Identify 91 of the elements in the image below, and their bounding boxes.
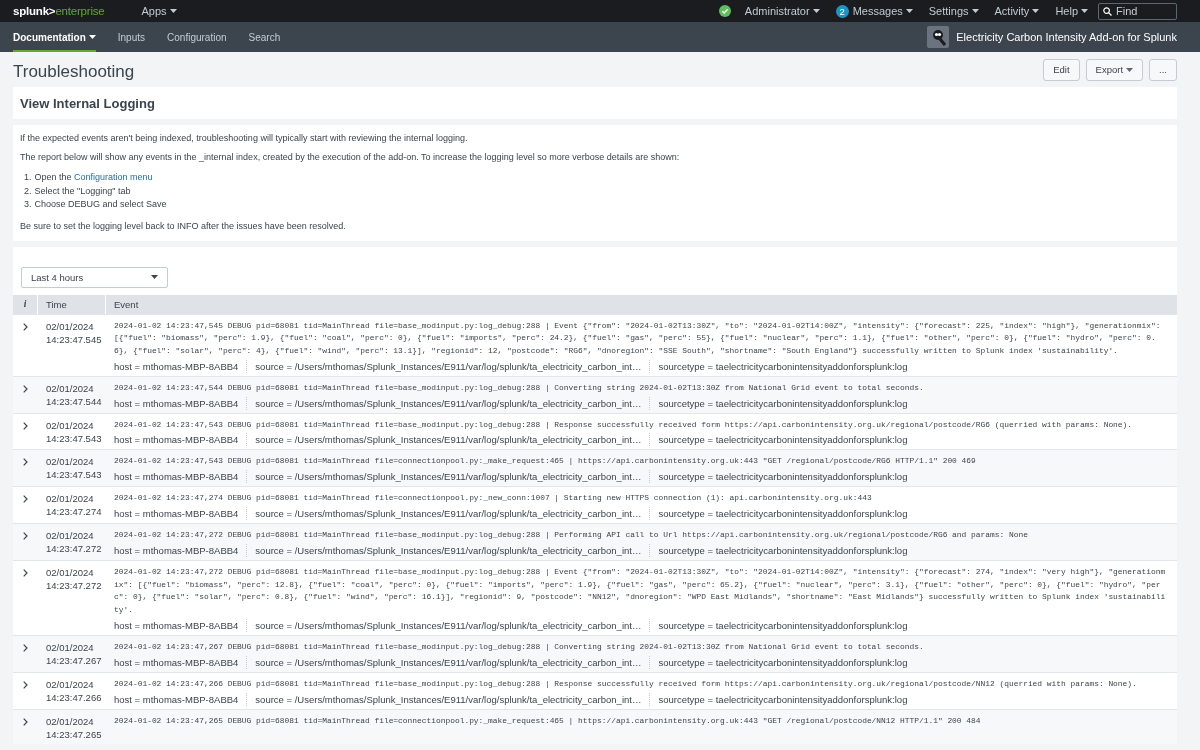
event-field[interactable]: source = /Users/mthomas/Splunk_Instances/E911/var/log/splunk/ta_electricity_carbon_int… <box>255 619 651 633</box>
event-field[interactable]: source = /Users/mthomas/Splunk_Instances/E911/var/log/splunk/ta_electricity_carbon_int… <box>255 396 651 410</box>
nav-menu[interactable]: Apps <box>141 5 177 17</box>
expand-chevron-icon[interactable] <box>23 680 28 689</box>
expand-chevron-icon[interactable] <box>23 717 28 726</box>
event-field[interactable]: sourcetype = taelectricitycarbonintensityaddonforsplunk:log <box>658 396 916 410</box>
time-range-picker[interactable]: Last 4 hours <box>21 266 168 288</box>
caret-icon <box>905 9 913 13</box>
event-field[interactable]: source = /Users/mthomas/Splunk_Instances/E911/var/log/splunk/ta_electricity_carbon_int… <box>255 470 651 484</box>
count-badge: 2 <box>835 4 849 18</box>
step-number: 1. <box>24 172 32 182</box>
event-field[interactable]: sourcetype = taelectricitycarbonintensityaddonforsplunk:log <box>658 692 916 706</box>
app-nav-tab[interactable]: Configuration <box>167 22 227 52</box>
caret-icon <box>1081 9 1088 13</box>
app-nav-tab[interactable]: Search <box>248 22 281 52</box>
step-number: 3. <box>24 199 32 209</box>
event-field[interactable]: sourcetype = taelectricitycarbonintensityaddonforsplunk:log <box>658 619 916 633</box>
expand-chevron-icon[interactable] <box>23 384 28 393</box>
time-cell: 02/01/2024 14:23:47.265 <box>46 715 102 740</box>
help-paragraph: The report below will show any events in the _internal index, created by the execution of the add-on. To increase the logging level so more verbose details are shown: <box>20 152 681 162</box>
time-cell: 02/01/2024 14:23:47.272 <box>46 530 102 555</box>
expand-chevron-icon[interactable] <box>23 495 28 504</box>
toolbar-button[interactable]: ... <box>1149 58 1177 81</box>
column-header: Time <box>38 294 106 314</box>
event-field[interactable]: sourcetype = taelectricitycarbonintensityaddonforsplunk:log <box>658 507 916 521</box>
caret-icon <box>971 9 979 13</box>
event-field[interactable]: sourcetype = taelectricitycarbonintensityaddonforsplunk:log <box>658 543 916 557</box>
time-cell: 02/01/2024 14:23:47.267 <box>46 642 102 667</box>
time-cell: 02/01/2024 14:23:47.544 <box>46 382 102 407</box>
user-menu[interactable]: Administrator <box>744 5 820 17</box>
time-cell: 02/01/2024 14:23:47.543 <box>46 419 102 444</box>
event-field[interactable]: host = mthomas-MBP-8ABB4 <box>114 359 248 373</box>
event-field[interactable]: source = /Users/mthomas/Splunk_Instances/E911/var/log/splunk/ta_electricity_carbon_int… <box>255 359 651 373</box>
page-title: Troubleshooting <box>13 60 136 82</box>
expand-chevron-icon[interactable] <box>23 421 28 430</box>
expand-chevron-icon[interactable] <box>23 458 28 467</box>
app-title: Electricity Carbon Intensity Add-on for Splunk <box>956 31 1177 43</box>
caret-icon <box>151 275 158 279</box>
event-field[interactable]: source = /Users/mthomas/Splunk_Instances/E911/var/log/splunk/ta_electricity_carbon_int… <box>255 655 651 669</box>
event-field[interactable]: host = mthomas-MBP-8ABB4 <box>114 507 248 521</box>
status-check-icon <box>718 5 731 17</box>
step-text: Choose DEBUG and select Save <box>34 199 167 209</box>
expand-chevron-icon[interactable] <box>23 322 28 331</box>
app-nav-tab[interactable]: Inputs <box>117 22 146 52</box>
logo-brand: splunk> <box>13 5 56 17</box>
event-field[interactable]: sourcetype = taelectricitycarbonintensityaddonforsplunk:log <box>658 359 916 373</box>
column-header: Event <box>113 297 139 312</box>
time-cell: 02/01/2024 14:23:47.272 <box>46 566 102 591</box>
caret-icon <box>169 9 177 13</box>
step-text: Select the "Logging" tab <box>34 185 131 196</box>
nav-menu[interactable]: Help <box>1055 5 1088 17</box>
nav-menu[interactable]: Activity <box>994 5 1040 17</box>
time-cell: 02/01/2024 14:23:47.543 <box>46 456 102 481</box>
messages-menu[interactable]: 2 Messages <box>835 4 913 18</box>
event-field[interactable]: sourcetype = taelectricitycarbonintensityaddonforsplunk:log <box>658 470 916 484</box>
logo-product: enterprise <box>55 5 105 17</box>
expand-chevron-icon[interactable] <box>23 568 28 577</box>
app-logo-icon <box>927 26 950 48</box>
event-field[interactable]: sourcetype = taelectricitycarbonintensityaddonforsplunk:log <box>658 433 916 447</box>
event-field[interactable]: host = mthomas-MBP-8ABB4 <box>114 692 248 706</box>
event-field[interactable]: source = /Users/mthomas/Splunk_Instances/E911/var/log/splunk/ta_electricity_carbon_int… <box>255 543 651 557</box>
toolbar-button[interactable]: Edit <box>1043 58 1080 81</box>
panel-title: View Internal Logging <box>20 95 155 111</box>
column-header: i <box>13 294 38 314</box>
help-paragraph: Be sure to set the logging level back to INFO after the issues have been resolved. <box>20 220 347 231</box>
expand-chevron-icon[interactable] <box>23 532 28 541</box>
nav-menu[interactable]: Settings <box>928 5 979 17</box>
event-field[interactable]: host = mthomas-MBP-8ABB4 <box>114 655 248 669</box>
search-icon <box>1103 6 1112 16</box>
export-button[interactable]: Export <box>1085 58 1144 81</box>
event-field[interactable]: source = /Users/mthomas/Splunk_Instances/E911/var/log/splunk/ta_electricity_carbon_int… <box>255 433 651 447</box>
time-cell: 02/01/2024 14:23:47.545 <box>46 320 102 345</box>
step-number: 2. <box>24 185 32 196</box>
time-cell: 02/01/2024 14:23:47.274 <box>46 493 102 518</box>
event-field[interactable]: source = /Users/mthomas/Splunk_Instances/E911/var/log/splunk/ta_electricity_carbon_int… <box>255 692 651 706</box>
event-field[interactable]: host = mthomas-MBP-8ABB4 <box>114 396 248 410</box>
time-cell: 02/01/2024 14:23:47.266 <box>46 678 102 703</box>
event-field[interactable]: host = mthomas-MBP-8ABB4 <box>114 619 248 633</box>
configuration-link[interactable]: Configuration menu <box>74 172 153 182</box>
event-field[interactable]: source = /Users/mthomas/Splunk_Instances/E911/var/log/splunk/ta_electricity_carbon_int… <box>255 507 651 521</box>
event-field[interactable]: host = mthomas-MBP-8ABB4 <box>114 433 248 447</box>
search-field[interactable]: Find <box>1098 2 1177 20</box>
app-nav-tab[interactable]: Documentation <box>13 22 96 52</box>
caret-icon <box>1032 9 1040 13</box>
expand-chevron-icon[interactable] <box>23 644 28 653</box>
event-field[interactable]: sourcetype = taelectricitycarbonintensityaddonforsplunk:log <box>658 655 916 669</box>
help-paragraph: If the expected events aren't being indexed, troubleshooting will typically start with reviewing the internal logging. <box>20 133 469 143</box>
step-text: Open the Configuration menu <box>34 172 153 182</box>
caret-icon <box>812 9 820 13</box>
event-field[interactable]: host = mthomas-MBP-8ABB4 <box>114 470 248 484</box>
event-field[interactable]: host = mthomas-MBP-8ABB4 <box>114 543 248 557</box>
